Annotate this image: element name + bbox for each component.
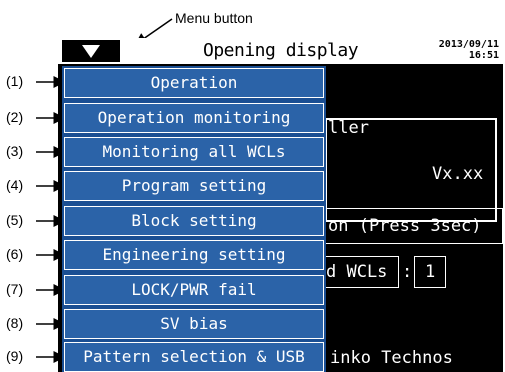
menu-item-program-setting[interactable]: Program setting: [64, 171, 324, 201]
device-screen: Opening display 2013/09/11 16:51 ller Vx…: [58, 38, 503, 372]
datetime: 2013/09/11 16:51: [439, 39, 499, 61]
press-3sec-label: on (Press 3sec): [328, 216, 482, 236]
menu-item-block-setting[interactable]: Block setting: [64, 206, 324, 236]
annotation-marker-5: (5): [6, 212, 24, 228]
menu-item-operation-monitoring[interactable]: Operation monitoring: [64, 103, 324, 133]
annotation-marker-4: (4): [6, 177, 24, 193]
title-bar: Opening display 2013/09/11 16:51: [58, 38, 503, 64]
annotation-marker-3: (3): [6, 143, 24, 159]
down-triangle-icon: [82, 44, 100, 58]
menu-item-pattern-selection-usb[interactable]: Pattern selection & USB: [64, 342, 324, 372]
menu-item-operation[interactable]: Operation: [64, 68, 324, 98]
menu-item-lock-pwr-fail[interactable]: LOCK/PWR fail: [64, 275, 324, 305]
date-text: 2013/09/11: [438, 39, 499, 50]
dropdown-menu: Operation Operation monitoring Monitorin…: [62, 66, 326, 372]
menu-item-monitoring-all-wcls[interactable]: Monitoring all WCLs: [64, 137, 324, 167]
controller-partial-text: ller: [328, 118, 369, 138]
annotation-marker-1: (1): [6, 73, 24, 89]
screen-title: Opening display: [203, 40, 359, 61]
menu-item-engineering-setting[interactable]: Engineering setting: [64, 240, 324, 270]
version-text: Vx.xx: [432, 164, 484, 184]
annotation-marker-7: (7): [6, 281, 24, 297]
annotation-marker-2: (2): [6, 109, 24, 125]
company-partial-text: inko Technos: [330, 348, 453, 368]
annotation-marker-9: (9): [6, 348, 24, 364]
menu-button[interactable]: [62, 40, 120, 62]
colon-text: :: [402, 262, 413, 282]
menu-item-sv-bias[interactable]: SV bias: [64, 309, 324, 339]
annotation-marker-8: (8): [6, 315, 24, 331]
wcl-count-value: 1: [425, 262, 436, 282]
menu-button-annotation: Menu button: [175, 10, 253, 26]
wcls-partial-label: d WCLs: [326, 262, 388, 282]
time-text: 16:51: [468, 50, 499, 61]
annotation-marker-6: (6): [6, 246, 24, 262]
